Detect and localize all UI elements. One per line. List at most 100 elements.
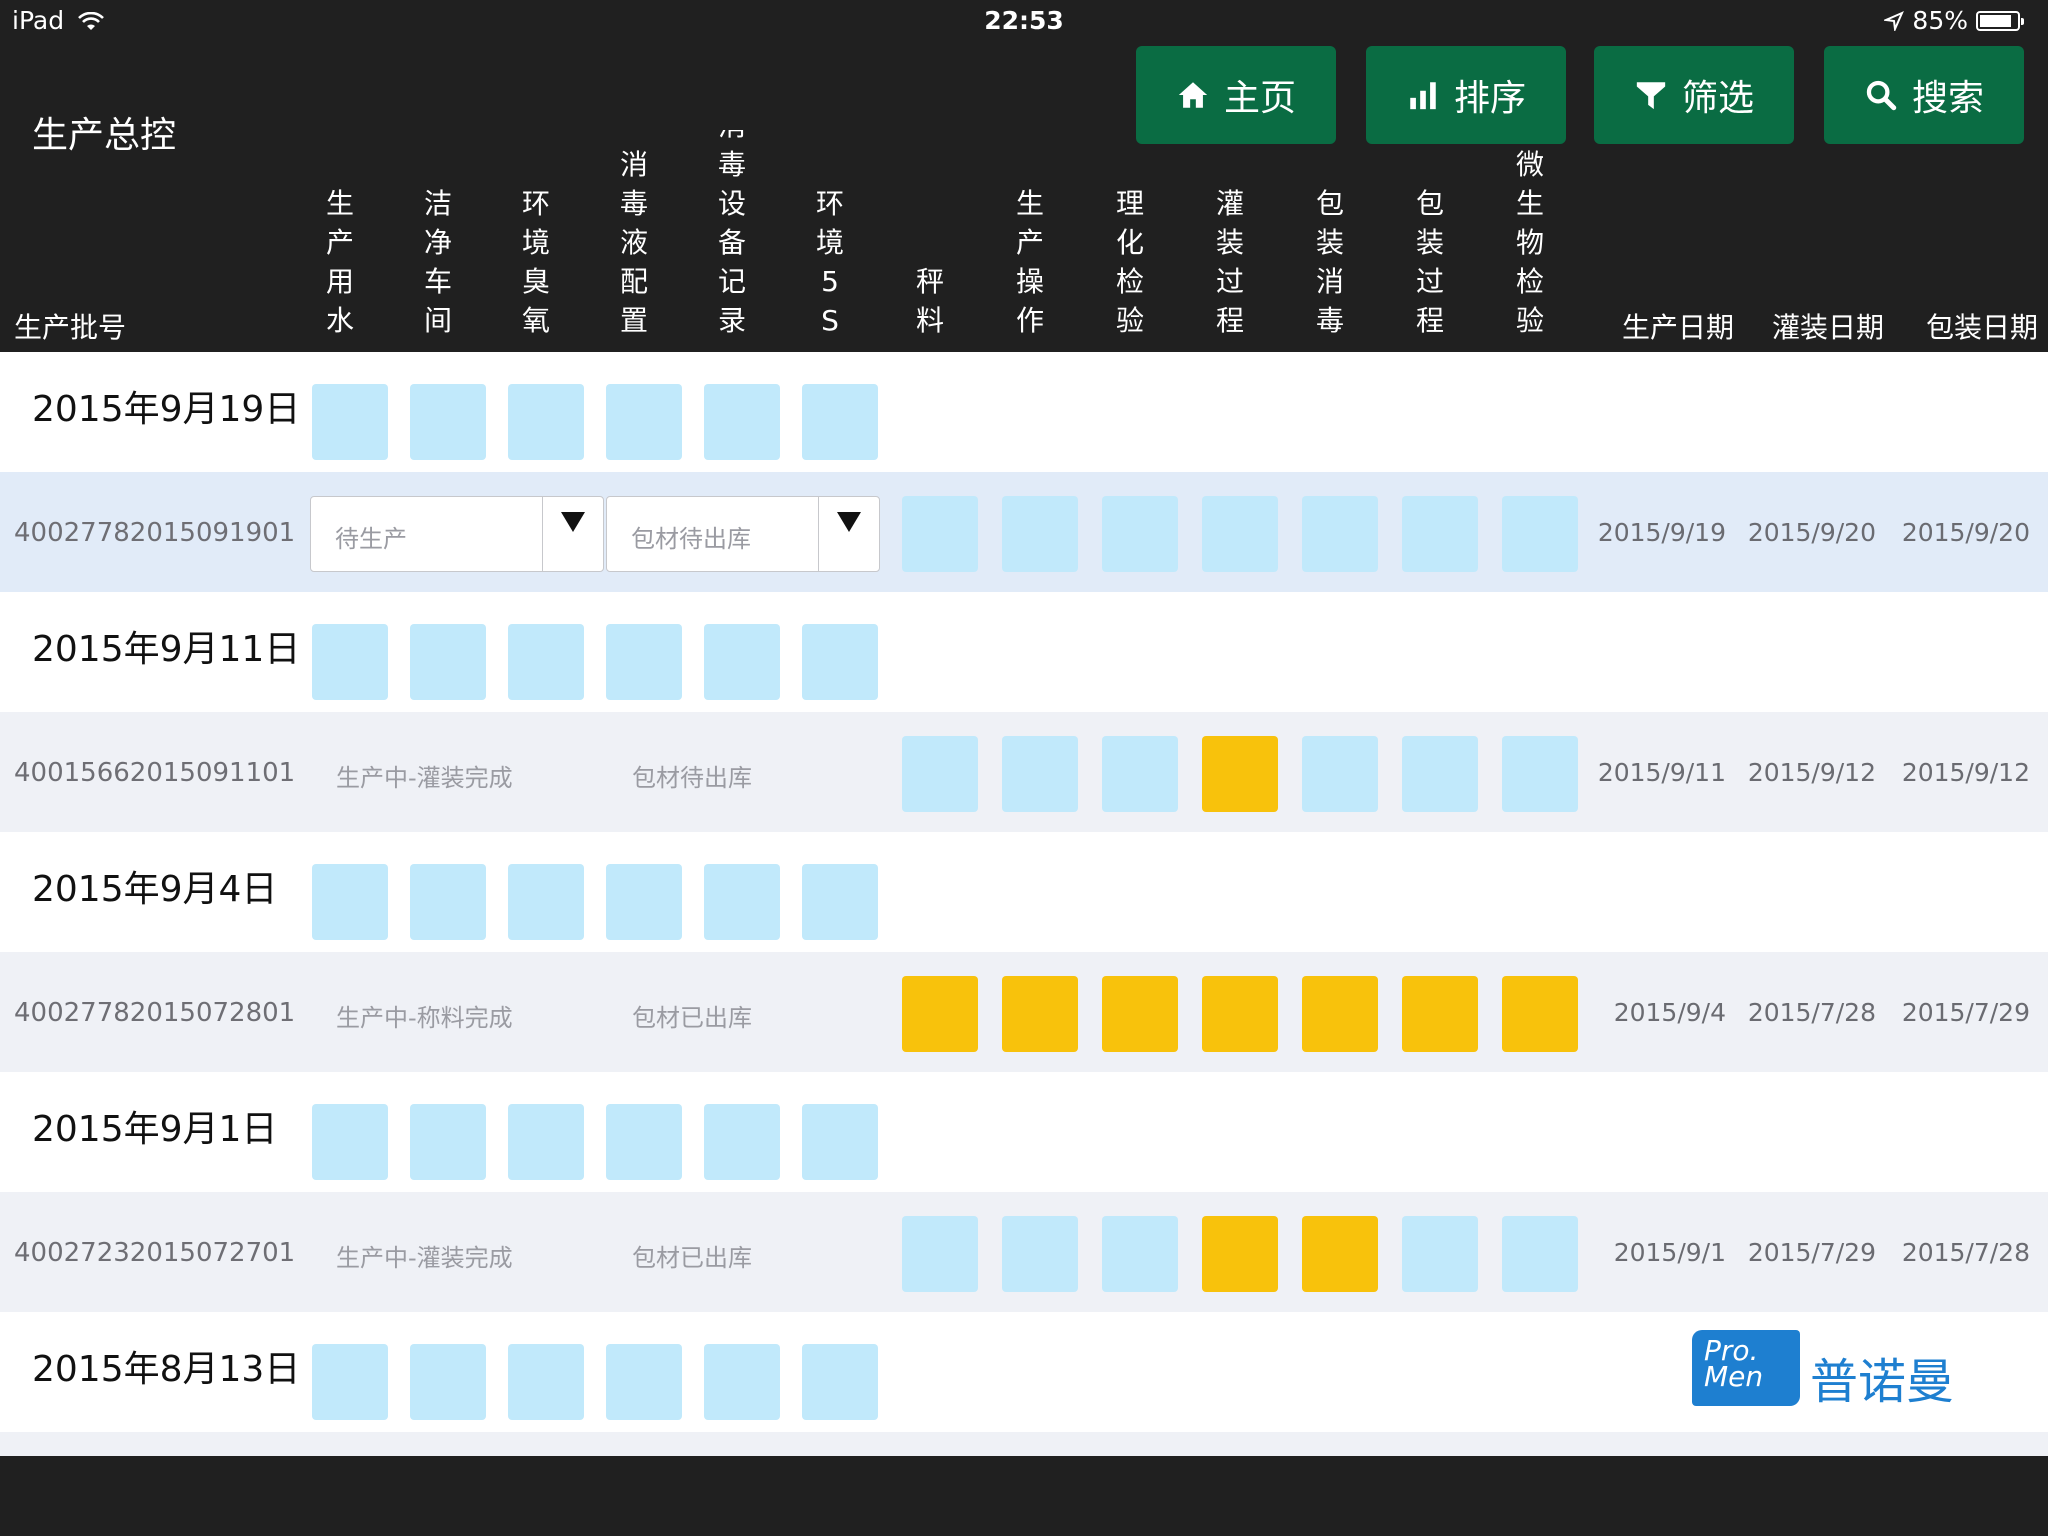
env-status-cell[interactable]	[508, 1104, 584, 1180]
step-status-cell[interactable]	[1102, 496, 1178, 572]
env-status-cell[interactable]	[606, 624, 682, 700]
step-status-cell[interactable]	[1102, 976, 1178, 1052]
header-step-3: 消毒液配置	[619, 148, 648, 337]
header-step-5: 环境5S	[815, 187, 844, 337]
header-batch-number: 生产批号	[14, 311, 127, 344]
env-status-cell[interactable]	[410, 624, 486, 700]
production-status-select-toggle[interactable]	[542, 497, 603, 571]
env-status-cell[interactable]	[802, 1344, 878, 1420]
production-table: 2015年9月19日 40027782015091901 待生产 包材待出库 2015/…	[0, 352, 2048, 1456]
step-status-cell[interactable]	[902, 1216, 978, 1292]
env-status-cell[interactable]	[312, 864, 388, 940]
material-status-select-value: 包材待出库	[631, 525, 751, 553]
env-status-cell[interactable]	[606, 1104, 682, 1180]
env-status-cell[interactable]	[704, 864, 780, 940]
battery-percent: 85%	[1912, 6, 1968, 35]
logo-mark: Pro. Men	[1692, 1330, 1800, 1406]
batch-row[interactable]: 40015662015091101 生产中-灌装完成 包材待出库 2015/9/11 2…	[0, 712, 2048, 832]
env-status-cell[interactable]	[802, 864, 878, 940]
production-date: 2015/9/4	[1613, 998, 1726, 1027]
group-date: 2015年8月13日	[32, 1349, 301, 1390]
header-step-11: 包装过程	[1415, 187, 1444, 337]
env-status-cell[interactable]	[508, 864, 584, 940]
env-status-cell[interactable]	[508, 1344, 584, 1420]
home-icon	[1178, 82, 1208, 108]
search-button[interactable]: 搜索	[1824, 46, 2024, 144]
step-status-cell[interactable]	[1302, 1216, 1378, 1292]
env-status-cell[interactable]	[312, 1344, 388, 1420]
step-status-cell[interactable]	[1402, 976, 1478, 1052]
step-status-cell[interactable]	[1502, 496, 1578, 572]
header-step-9: 灌装过程	[1215, 187, 1244, 337]
env-status-cell[interactable]	[704, 624, 780, 700]
header-step-1: 洁净车间	[423, 187, 452, 337]
step-status-cell[interactable]	[1302, 736, 1378, 812]
step-status-cell[interactable]	[1202, 1216, 1278, 1292]
production-status-select[interactable]: 待生产	[310, 496, 604, 572]
step-status-cell[interactable]	[1302, 976, 1378, 1052]
env-status-cell[interactable]	[704, 1104, 780, 1180]
batch-row[interactable]: 40027782015072801 生产中-称料完成 包材已出库 2015/9/4 20…	[0, 952, 2048, 1072]
promen-logo: Pro. Men 普诺曼	[1692, 1330, 1962, 1410]
env-status-cell[interactable]	[410, 1344, 486, 1420]
search-button-label: 搜索	[1911, 78, 1984, 119]
group-date: 2015年9月11日	[32, 629, 301, 670]
batch-row[interactable]: 40027232015072701 生产中-灌装完成 包材已出库 2015/9/1 20…	[0, 1192, 2048, 1312]
battery-level	[1980, 14, 2011, 27]
step-status-cell[interactable]	[902, 976, 978, 1052]
production-status: 生产中-灌装完成	[336, 1244, 513, 1272]
step-status-cell[interactable]	[1002, 736, 1078, 812]
material-status-select-toggle[interactable]	[818, 497, 879, 571]
step-status-cell[interactable]	[1002, 496, 1078, 572]
production-date: 2015/9/11	[1597, 758, 1726, 787]
step-status-cell[interactable]	[1102, 736, 1178, 812]
step-status-cell[interactable]	[1302, 496, 1378, 572]
env-status-cell[interactable]	[312, 624, 388, 700]
env-status-cell[interactable]	[802, 1104, 878, 1180]
step-status-cell[interactable]	[1502, 976, 1578, 1052]
step-status-cell[interactable]	[1402, 496, 1478, 572]
date-group-row: 2015年9月1日	[0, 1072, 2048, 1192]
step-status-cell[interactable]	[1202, 496, 1278, 572]
step-status-cell[interactable]	[1202, 736, 1278, 812]
filter-icon	[1636, 82, 1666, 110]
filter-button[interactable]: 筛选	[1594, 46, 1794, 144]
env-status-cell[interactable]	[704, 1344, 780, 1420]
batch-number: 40027782015072801	[14, 998, 296, 1028]
header-step-6: 秤料	[915, 265, 944, 337]
env-status-cell[interactable]	[508, 624, 584, 700]
env-status-cell[interactable]	[410, 1104, 486, 1180]
env-status-cell[interactable]	[802, 384, 878, 460]
step-status-cell[interactable]	[902, 736, 978, 812]
status-bar: iPad 22:53 85%	[0, 0, 2048, 40]
env-status-cell[interactable]	[606, 864, 682, 940]
filling-date: 2015/9/12	[1747, 758, 1876, 787]
env-status-cell[interactable]	[606, 1344, 682, 1420]
env-status-cell[interactable]	[410, 864, 486, 940]
material-status: 包材已出库	[632, 1004, 752, 1032]
env-status-cell[interactable]	[704, 384, 780, 460]
step-status-cell[interactable]	[1202, 976, 1278, 1052]
env-status-cell[interactable]	[508, 384, 584, 460]
env-status-cell[interactable]	[312, 1104, 388, 1180]
step-status-cell[interactable]	[1502, 736, 1578, 812]
step-status-cell[interactable]	[1402, 1216, 1478, 1292]
step-status-cell[interactable]	[1002, 1216, 1078, 1292]
material-status-select[interactable]: 包材待出库	[606, 496, 880, 572]
logo-mark-line2: Men	[1704, 1360, 1764, 1393]
header-step-0: 生产用水	[325, 187, 354, 337]
material-status: 包材待出库	[632, 764, 752, 792]
batch-row[interactable]: 40027782015091901 待生产 包材待出库 2015/9/19 2015/9…	[0, 472, 2048, 592]
env-status-cell[interactable]	[410, 384, 486, 460]
env-status-cell[interactable]	[802, 624, 878, 700]
step-status-cell[interactable]	[1102, 1216, 1178, 1292]
sort-button-label: 排序	[1453, 78, 1526, 119]
step-status-cell[interactable]	[902, 496, 978, 572]
step-status-cell[interactable]	[1402, 736, 1478, 812]
home-button-label: 主页	[1223, 78, 1296, 119]
step-status-cell[interactable]	[1002, 976, 1078, 1052]
env-status-cell[interactable]	[312, 384, 388, 460]
triangle-down-icon	[837, 512, 861, 532]
env-status-cell[interactable]	[606, 384, 682, 460]
step-status-cell[interactable]	[1502, 1216, 1578, 1292]
